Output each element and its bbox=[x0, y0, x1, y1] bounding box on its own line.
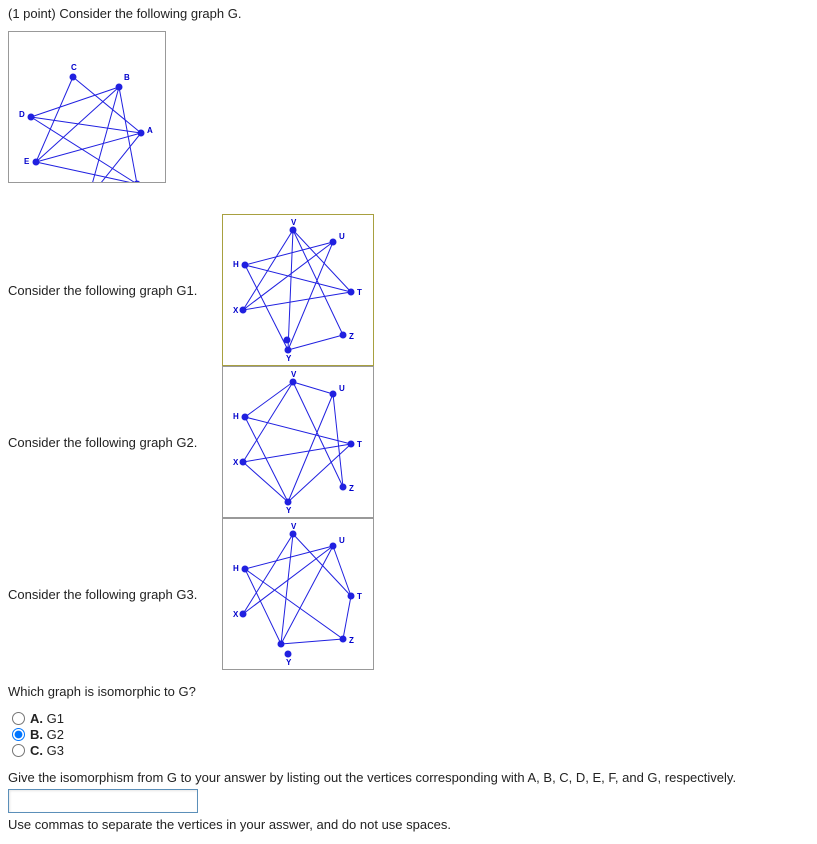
svg-text:X: X bbox=[233, 306, 239, 315]
svg-text:U: U bbox=[339, 384, 345, 393]
question-header: (1 point) Consider the following graph G… bbox=[8, 6, 809, 21]
graph-G-box: ABCDEFG bbox=[8, 31, 166, 183]
svg-text:V: V bbox=[291, 522, 297, 531]
svg-text:Z: Z bbox=[349, 484, 354, 493]
svg-text:X: X bbox=[233, 610, 239, 619]
options-group: A. G1 B. G2 C. G3 bbox=[8, 711, 809, 758]
g3-label: Consider the following graph G3. bbox=[8, 587, 222, 602]
svg-text:T: T bbox=[357, 288, 362, 297]
graph-G2-box: H T U V X Y Z bbox=[222, 366, 374, 518]
option-c-letter: C. bbox=[30, 743, 43, 758]
graph-G1-svg: H T U V X Y Z bbox=[223, 215, 373, 365]
svg-text:C: C bbox=[71, 63, 77, 72]
svg-text:Z: Z bbox=[349, 636, 354, 645]
svg-text:H: H bbox=[233, 412, 239, 421]
svg-text:Z: Z bbox=[349, 332, 354, 341]
graph-G3-svg: H T U V X Y Z bbox=[223, 519, 373, 669]
svg-text:H: H bbox=[233, 564, 239, 573]
svg-text:V: V bbox=[291, 370, 297, 379]
svg-text:Y: Y bbox=[286, 506, 292, 515]
iso-answer-input[interactable] bbox=[8, 789, 198, 813]
which-question: Which graph is isomorphic to G? bbox=[8, 684, 809, 699]
svg-text:B: B bbox=[124, 73, 130, 82]
svg-text:U: U bbox=[339, 232, 345, 241]
svg-text:E: E bbox=[24, 157, 30, 166]
svg-text:Y: Y bbox=[286, 354, 292, 363]
g1-label: Consider the following graph G1. bbox=[8, 283, 222, 298]
g2-label: Consider the following graph G2. bbox=[8, 435, 222, 450]
option-b-text: G2 bbox=[47, 727, 64, 742]
option-c-text: G3 bbox=[47, 743, 64, 758]
graph-G3-box: H T U V X Y Z bbox=[222, 518, 374, 670]
svg-text:U: U bbox=[339, 536, 345, 545]
option-b-letter: B. bbox=[30, 727, 43, 742]
points-label: (1 point) bbox=[8, 6, 56, 21]
svg-text:X: X bbox=[233, 458, 239, 467]
iso-note: Use commas to separate the vertices in y… bbox=[8, 817, 809, 832]
option-a-radio[interactable] bbox=[12, 712, 25, 725]
svg-text:D: D bbox=[19, 110, 25, 119]
option-c-radio[interactable] bbox=[12, 744, 25, 757]
graph-G1-box: H T U V X Y Z bbox=[222, 214, 374, 366]
svg-text:Y: Y bbox=[286, 658, 292, 667]
option-a-letter: A. bbox=[30, 711, 43, 726]
svg-text:H: H bbox=[233, 260, 239, 269]
svg-text:T: T bbox=[357, 440, 362, 449]
graph-G-svg: ABCDEFG bbox=[9, 32, 165, 182]
svg-text:V: V bbox=[291, 218, 297, 227]
graph-G2-svg: H T U V X Y Z bbox=[223, 367, 373, 517]
option-a-text: G1 bbox=[47, 711, 64, 726]
svg-text:T: T bbox=[357, 592, 362, 601]
svg-text:A: A bbox=[147, 126, 153, 135]
option-b-radio[interactable] bbox=[12, 728, 25, 741]
intro-text: Consider the following graph G. bbox=[59, 6, 241, 21]
iso-prompt: Give the isomorphism from G to your answ… bbox=[8, 770, 809, 785]
